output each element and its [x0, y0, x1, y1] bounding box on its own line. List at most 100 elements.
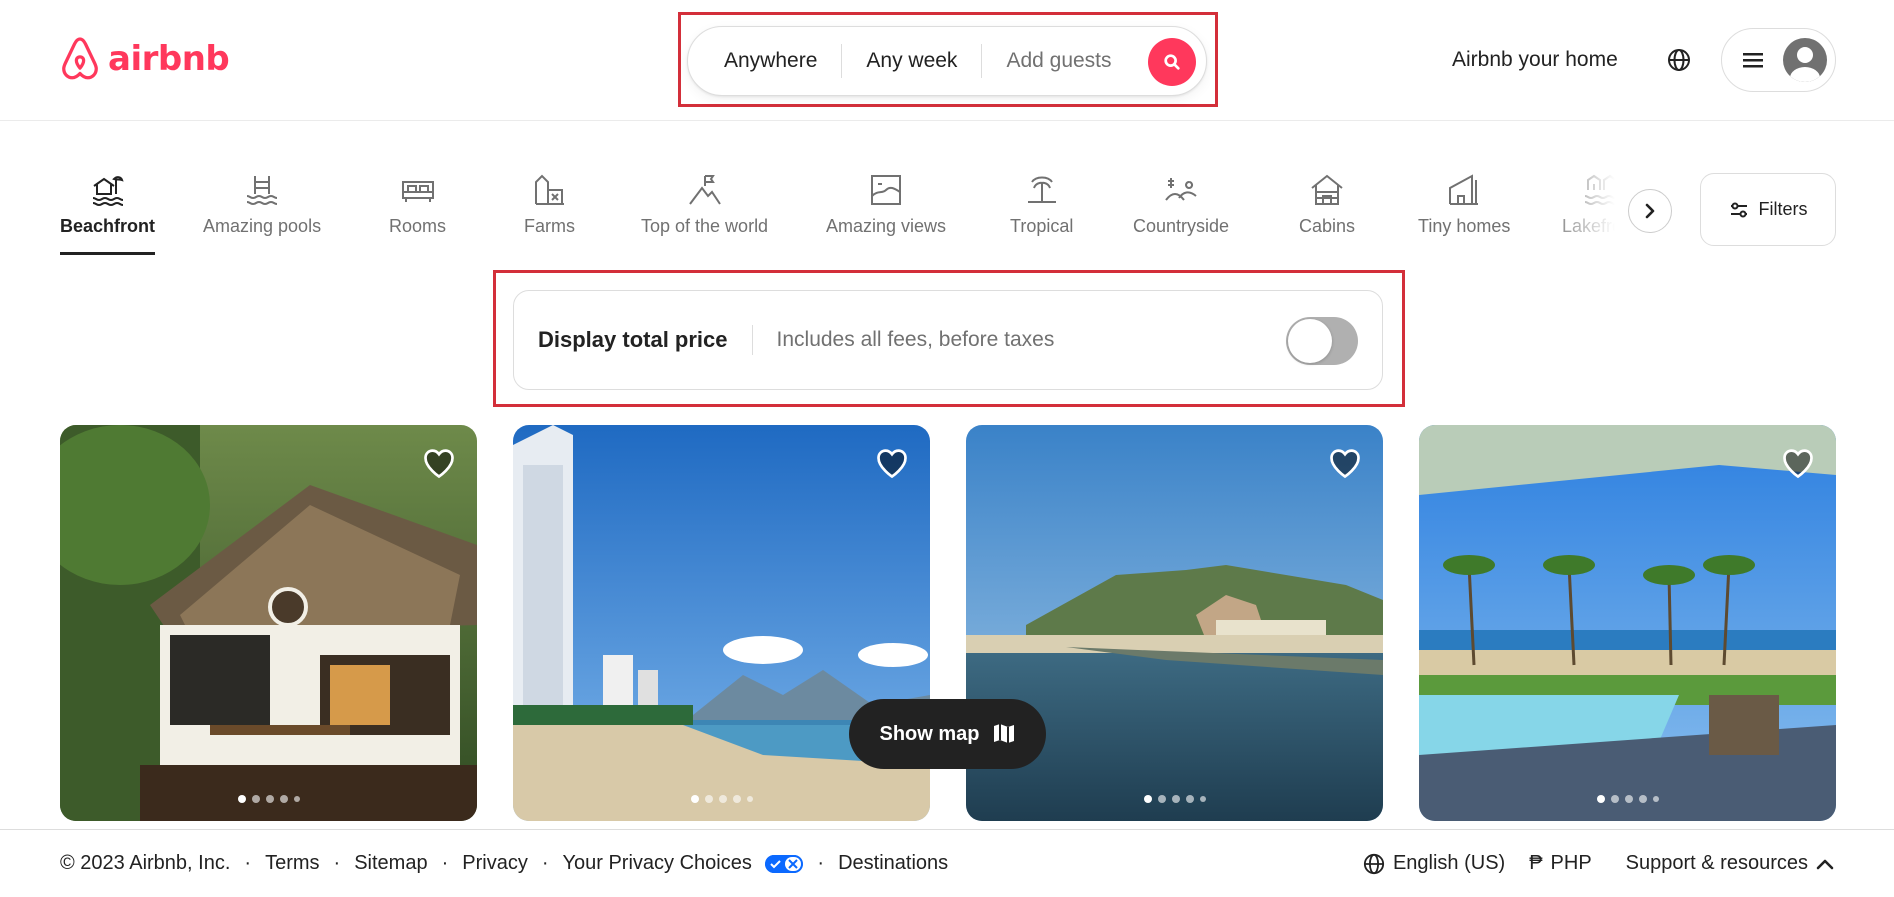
category-label: Countryside [1133, 216, 1230, 236]
map-icon [993, 724, 1014, 743]
search-dates-button[interactable]: Any week [842, 49, 981, 73]
privacy-choices-label: Your Privacy Choices [562, 852, 752, 874]
cabin-icon [1311, 174, 1343, 205]
footer: © 2023 Airbnb, Inc. · Terms · Sitemap · … [0, 829, 1894, 897]
category-label: Farms [524, 216, 575, 236]
category-cabins[interactable]: Cabins [1299, 172, 1355, 237]
divider [751, 325, 753, 355]
airbnb-logo-icon [62, 37, 98, 80]
show-map-label: Show map [879, 722, 980, 745]
barn-icon [534, 174, 564, 205]
category-label: Amazing views [826, 216, 947, 236]
thatched-cottage-photo [60, 425, 477, 821]
pagination-dot [746, 796, 753, 802]
category-farms[interactable]: Farms [524, 172, 575, 237]
category-label: Tropical [1010, 216, 1074, 236]
chevron-right-icon [1645, 203, 1655, 219]
separator: · [817, 852, 825, 874]
heart-icon[interactable] [874, 445, 910, 481]
copyright-text: © 2023 Airbnb, Inc. [60, 852, 231, 874]
pagination-dot [1185, 795, 1194, 803]
search-icon [1164, 54, 1180, 70]
pagination-dot [1199, 796, 1206, 802]
heart-icon[interactable] [1327, 445, 1363, 481]
heart-icon[interactable] [421, 445, 457, 481]
search-bar[interactable]: Anywhere Any week Add guests [687, 26, 1207, 96]
airbnb-logo[interactable]: airbnb [60, 36, 230, 82]
pagination-dot [1143, 795, 1152, 803]
footer-currency-button[interactable]: ₱ PHP [1529, 852, 1591, 875]
category-label: Amazing pools [203, 216, 322, 236]
footer-link-destinations[interactable]: Destinations [838, 852, 948, 875]
pagination-dot [251, 795, 260, 803]
category-countryside[interactable]: Countryside [1133, 172, 1229, 237]
footer-link-terms[interactable]: Terms [265, 852, 319, 875]
filters-button[interactable]: Filters [1700, 173, 1836, 246]
pagination-dot [704, 795, 713, 803]
image-pagination-dots [237, 795, 300, 803]
category-bar: Beachfront Amazing pools Rooms Farms Top… [0, 160, 1894, 270]
listing-card[interactable] [60, 425, 477, 821]
bed-icon [401, 181, 434, 202]
category-label: Beachfront [60, 216, 156, 236]
footer-link-sitemap[interactable]: Sitemap [354, 852, 427, 875]
search-button[interactable] [1148, 38, 1196, 86]
pagination-dot [1610, 795, 1619, 803]
top-header: airbnb Anywhere Any week Add guests Airb… [0, 0, 1894, 121]
privacy-choices-icon [765, 854, 804, 873]
category-tiny-homes[interactable]: Tiny homes [1418, 172, 1510, 237]
category-amazing-pools[interactable]: Amazing pools [203, 172, 321, 237]
separator: · [441, 852, 449, 874]
support-label: Support & resources [1625, 852, 1808, 874]
category-beachfront[interactable]: Beachfront [60, 172, 156, 255]
pagination-dot [293, 796, 300, 802]
globe-icon [1363, 853, 1385, 874]
separator: · [541, 852, 549, 874]
footer-link-privacy[interactable]: Privacy [462, 852, 528, 875]
footer-right: English (US) ₱ PHP Support & resources [1363, 852, 1834, 875]
countryside-icon [1165, 178, 1197, 201]
category-label: Top of the world [641, 216, 769, 236]
pagination-dot [265, 795, 274, 803]
category-top-of-the-world[interactable]: Top of the world [641, 172, 768, 237]
category-rooms[interactable]: Rooms [389, 172, 446, 237]
pagination-dot [1624, 795, 1633, 803]
footer-language-button[interactable]: English (US) [1363, 852, 1505, 875]
palm-icon [1027, 176, 1056, 203]
pagination-dot [690, 795, 699, 803]
pagination-dot [279, 795, 288, 803]
show-map-button[interactable]: Show map [849, 699, 1046, 769]
category-label: Tiny homes [1418, 216, 1511, 236]
footer-link-privacy-choices[interactable]: Your Privacy Choices [563, 852, 804, 875]
footer-left: © 2023 Airbnb, Inc. · Terms · Sitemap · … [60, 852, 948, 875]
pagination-dot [718, 795, 727, 803]
category-tropical[interactable]: Tropical [1010, 172, 1073, 237]
footer-support-button[interactable]: Support & resources [1626, 852, 1834, 875]
display-total-price-subtitle: Includes all fees, before taxes [776, 328, 1055, 351]
pagination-dot [732, 795, 741, 803]
image-pagination-dots [1596, 795, 1659, 803]
category-next-button[interactable] [1628, 189, 1672, 233]
language-button[interactable] [1664, 45, 1694, 75]
mountain-flag-icon [688, 175, 721, 205]
category-amazing-views[interactable]: Amazing views [826, 172, 946, 237]
avatar-icon [1783, 38, 1827, 82]
filters-icon [1730, 202, 1747, 217]
search-guests-button[interactable]: Add guests [982, 49, 1135, 73]
listing-card[interactable] [1419, 425, 1836, 821]
image-pagination-dots [1143, 795, 1206, 803]
separator: · [333, 852, 341, 874]
airbnb-your-home-link[interactable]: Airbnb your home [1452, 48, 1618, 72]
image-pagination-dots [690, 795, 753, 803]
total-price-toggle-switch[interactable] [1286, 317, 1358, 365]
separator: · [244, 852, 252, 874]
hamburger-menu-icon [1743, 53, 1763, 68]
heart-icon[interactable] [1780, 445, 1816, 481]
user-menu-button[interactable] [1721, 28, 1836, 92]
search-location-button[interactable]: Anywhere [688, 49, 841, 73]
pagination-dot [237, 795, 246, 803]
beachfront-icon [92, 176, 124, 207]
pool-icon [246, 176, 278, 206]
logo-text: airbnb [108, 39, 230, 79]
pagination-dot [1652, 796, 1659, 802]
